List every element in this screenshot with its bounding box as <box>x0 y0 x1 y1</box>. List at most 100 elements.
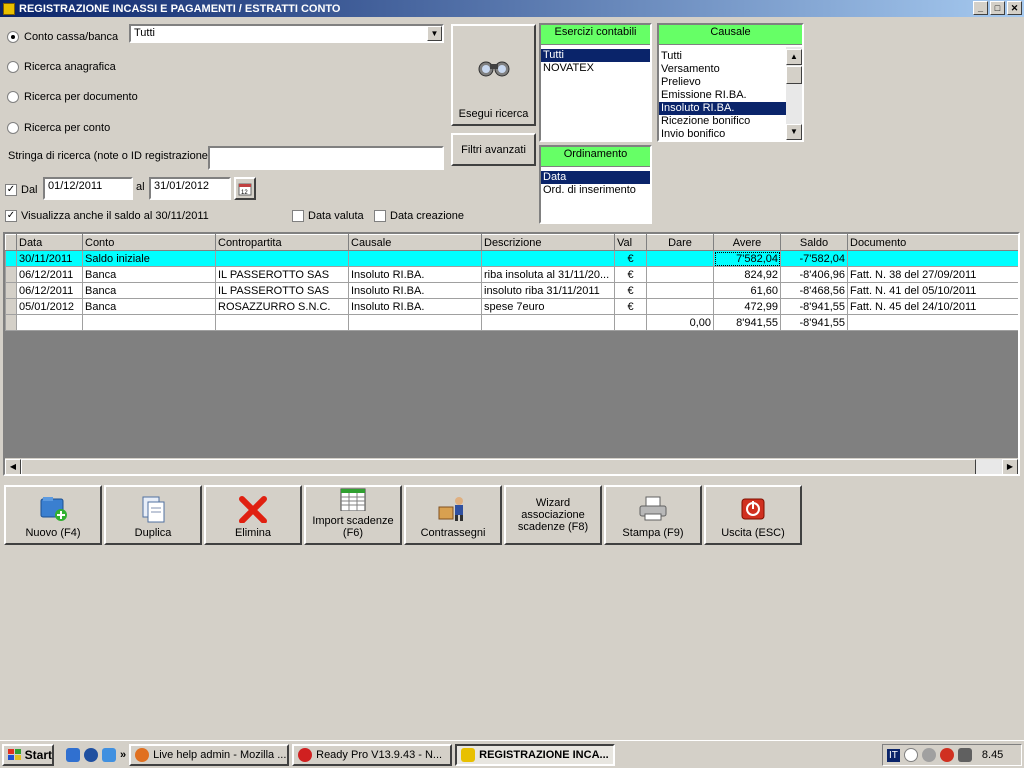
maximize-button[interactable]: □ <box>990 1 1005 15</box>
table-cell[interactable] <box>847 250 1018 267</box>
table-cell[interactable]: ROSAZZURRO S.N.C. <box>215 298 349 315</box>
check-icon[interactable]: ✓ <box>5 210 17 222</box>
table-cell[interactable]: Fatt. N. 45 del 24/10/2011 <box>847 298 1018 315</box>
column-header[interactable]: Data <box>16 234 83 251</box>
table-cell[interactable]: -8'468,56 <box>780 282 848 299</box>
causale-scrollbar[interactable]: ▲ ▼ <box>786 47 802 140</box>
data-valuta-checkbox[interactable]: Data valuta <box>292 210 364 222</box>
nuovo-button[interactable]: Nuovo (F4) <box>4 485 102 545</box>
table-cell[interactable]: Saldo iniziale <box>82 250 216 267</box>
radio-button[interactable] <box>7 91 19 103</box>
causale-list[interactable]: Causale Tutti Versamento Prelievo Emissi… <box>657 23 804 142</box>
list-item[interactable]: Invio bonifico <box>659 128 788 141</box>
list-item[interactable]: Data <box>541 171 650 184</box>
table-cell[interactable]: Banca <box>82 282 216 299</box>
scroll-left-icon[interactable]: ◀ <box>5 459 21 474</box>
column-header[interactable]: Val <box>614 234 647 251</box>
table-cell[interactable] <box>646 282 714 299</box>
radio-ricerca-anagrafica[interactable]: Ricerca anagrafica <box>7 61 116 73</box>
stampa-button[interactable]: Stampa (F9) <box>604 485 702 545</box>
column-header[interactable]: Descrizione <box>481 234 615 251</box>
radio-button[interactable] <box>7 122 19 134</box>
column-header[interactable]: Dare <box>646 234 714 251</box>
table-cell[interactable]: € <box>614 250 647 267</box>
list-item[interactable]: Emissione RI.BA. <box>659 89 788 102</box>
list-item[interactable]: Ord. di inserimento <box>541 184 650 197</box>
column-header[interactable]: Contropartita <box>215 234 349 251</box>
table-row[interactable]: 06/12/2011 Banca IL PASSEROTTO SAS Insol… <box>5 266 1018 283</box>
table-cell[interactable]: € <box>614 266 647 283</box>
list-item[interactable]: Tutti <box>541 49 650 62</box>
column-header[interactable]: Saldo <box>780 234 848 251</box>
table-cell[interactable] <box>646 266 714 283</box>
table-cell[interactable] <box>348 250 482 267</box>
scroll-down-icon[interactable]: ▼ <box>786 124 802 140</box>
saldo-checkbox[interactable]: ✓ Visualizza anche il saldo al 30/11/201… <box>5 210 209 222</box>
advanced-filters-button[interactable]: Filtri avanzati <box>451 133 536 166</box>
start-button[interactable]: Start <box>2 743 54 766</box>
date-to-input[interactable]: 31/01/2012 <box>149 177 231 200</box>
list-item[interactable]: Tutti <box>659 50 788 63</box>
table-cell[interactable]: Insoluto RI.BA. <box>348 266 482 283</box>
date-from-input[interactable]: 01/12/2011 <box>43 177 133 200</box>
printer-tray-icon[interactable] <box>957 748 972 762</box>
table-cell[interactable]: Fatt. N. 38 del 27/09/2011 <box>847 266 1018 283</box>
scroll-thumb[interactable] <box>21 459 976 474</box>
table-cell[interactable]: 61,60 <box>713 282 781 299</box>
list-item[interactable]: Versamento <box>659 63 788 76</box>
table-cell[interactable]: -8'406,96 <box>780 266 848 283</box>
table-cell[interactable]: 06/12/2011 <box>16 282 83 299</box>
table-cell[interactable]: spese 7euro <box>481 298 615 315</box>
task-firefox[interactable]: Live help admin - Mozilla ... <box>129 743 290 766</box>
media-player-icon[interactable] <box>84 747 98 762</box>
table-cell[interactable] <box>215 250 349 267</box>
task-registrazione[interactable]: REGISTRAZIONE INCA... <box>455 743 616 766</box>
calendar-button[interactable]: 12 <box>234 177 256 200</box>
conto-select[interactable]: Tutti ▼ <box>129 24 444 43</box>
table-cell[interactable]: Banca <box>82 266 216 283</box>
radio-ricerca-conto[interactable]: Ricerca per conto <box>7 122 110 134</box>
dal-checkbox[interactable]: ✓ Dal <box>5 184 38 196</box>
table-cell[interactable] <box>646 250 714 267</box>
table-row[interactable]: 05/01/2012 Banca ROSAZZURRO S.N.C. Insol… <box>5 298 1018 315</box>
horizontal-scrollbar[interactable]: ◀ ▶ <box>5 458 1018 474</box>
table-cell[interactable]: € <box>614 298 647 315</box>
table-cell[interactable]: IL PASSEROTTO SAS <box>215 266 349 283</box>
table-cell[interactable] <box>481 250 615 267</box>
column-header[interactable]: Avere <box>713 234 781 251</box>
radio-ricerca-documento[interactable]: Ricerca per documento <box>7 91 138 103</box>
table-cell[interactable]: 30/11/2011 <box>16 250 83 267</box>
radio-conto-cassa[interactable]: Conto cassa/banca <box>7 31 118 43</box>
scroll-up-icon[interactable]: ▲ <box>786 49 802 65</box>
outlook-icon[interactable] <box>102 747 116 762</box>
list-item[interactable]: Insoluto RI.BA. <box>659 102 788 115</box>
checkbox-box[interactable] <box>374 210 386 222</box>
list-item[interactable]: Prelievo <box>659 76 788 89</box>
table-cell[interactable]: € <box>614 282 647 299</box>
table-cell[interactable]: Insoluto RI.BA. <box>348 282 482 299</box>
contrassegni-button[interactable]: Contrassegni <box>404 485 502 545</box>
column-header[interactable]: Causale <box>348 234 482 251</box>
uscita-button[interactable]: Uscita (ESC) <box>704 485 802 545</box>
duplica-button[interactable]: Duplica <box>104 485 202 545</box>
table-row[interactable]: 06/12/2011 Banca IL PASSEROTTO SAS Insol… <box>5 282 1018 299</box>
elimina-button[interactable]: Elimina <box>204 485 302 545</box>
wizard-button[interactable]: Wizard associazione scadenze (F8) <box>504 485 602 545</box>
list-item[interactable]: Ricezione bonifico <box>659 115 788 128</box>
ordinamento-list[interactable]: Ordinamento Data Ord. di inserimento <box>539 145 652 224</box>
list-item[interactable]: NOVATEX <box>541 62 650 75</box>
language-indicator[interactable]: IT <box>887 748 900 762</box>
radio-button[interactable] <box>7 61 19 73</box>
table-cell[interactable]: Banca <box>82 298 216 315</box>
table-cell[interactable]: Insoluto RI.BA. <box>348 298 482 315</box>
table-cell[interactable]: -7'582,04 <box>780 250 848 267</box>
chat-icon[interactable] <box>903 748 918 762</box>
table-cell[interactable]: insoluto riba 31/11/2011 <box>481 282 615 299</box>
table-cell[interactable]: riba insoluta al 31/11/20... <box>481 266 615 283</box>
column-header[interactable]: Documento <box>847 234 1018 251</box>
table-row[interactable]: 30/11/2011 Saldo iniziale € 7'582,04 -7'… <box>5 250 1018 267</box>
check-icon[interactable]: ✓ <box>5 184 17 196</box>
chevron-right-icon[interactable]: » <box>120 749 126 761</box>
table-cell[interactable]: 824,92 <box>713 266 781 283</box>
data-creazione-checkbox[interactable]: Data creazione <box>374 210 464 222</box>
